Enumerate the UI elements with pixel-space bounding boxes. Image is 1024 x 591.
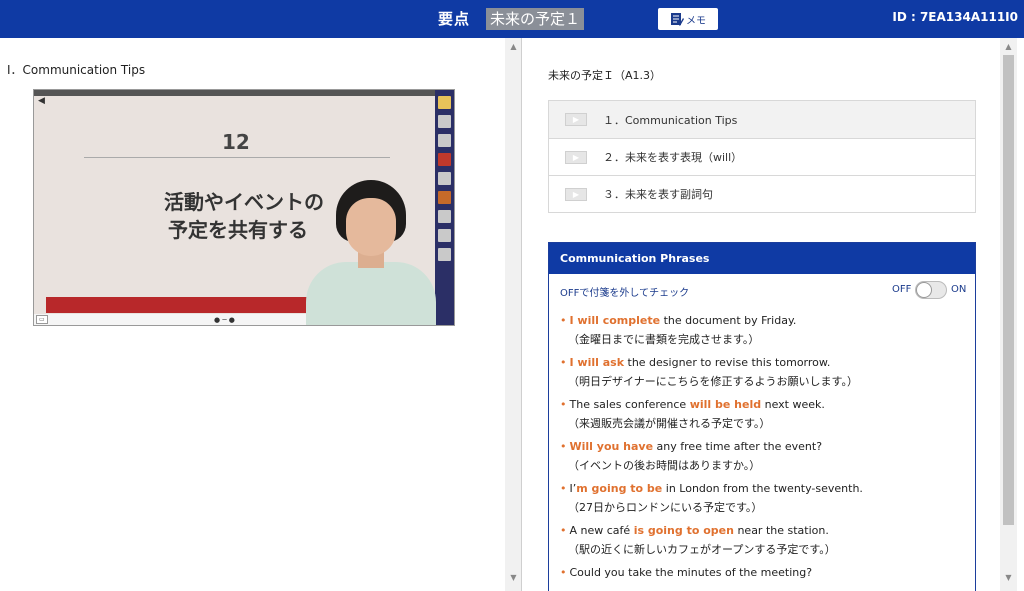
- slide-controls-icon[interactable]: ● ─ ●: [214, 316, 235, 324]
- highlight-phrase[interactable]: I will ask: [570, 356, 625, 369]
- video-player[interactable]: ◀ 12 活動やイベントの 予定を共有する ▭ ● ─ ●: [33, 89, 455, 326]
- toggle-knob: [916, 282, 932, 298]
- phrase-item: • The sales conference will be held next …: [560, 396, 975, 434]
- highlight-phrase[interactable]: will be held: [690, 398, 761, 411]
- section-heading: I．Communication Tips: [7, 63, 146, 77]
- bullet-icon: •: [560, 356, 567, 369]
- tip-label: ２．未来を表す表現（will）: [603, 151, 743, 164]
- phrase-item: • Could you take the minutes of the meeti…: [560, 564, 975, 582]
- phrase-english: • A new café is going to open near the st…: [560, 524, 829, 537]
- scroll-up-icon[interactable]: ▲: [1000, 40, 1017, 54]
- highlighter-icon[interactable]: [438, 191, 451, 204]
- tip-item[interactable]: ▶ ３．未来を表す副詞句: [549, 175, 975, 212]
- play-icon[interactable]: ▶: [565, 187, 587, 201]
- toggle-off-label: OFF: [892, 284, 912, 295]
- play-icon[interactable]: ▶: [565, 113, 587, 126]
- phrase-english: • Could you take the minutes of the meeti…: [560, 566, 813, 579]
- phrase-japanese: （金曜日までに書類を完成させます。）: [568, 333, 760, 346]
- slide-toolbar: [34, 90, 437, 96]
- toggle-on-label: ON: [951, 284, 967, 295]
- slide-text-line2: 予定を共有する: [168, 218, 308, 242]
- presenter-face: [346, 198, 396, 256]
- phrase-item: • Will you have any free time after the e…: [560, 438, 975, 476]
- phrase-item: • I will ask the designer to revise this …: [560, 354, 975, 392]
- bullet-icon: •: [560, 398, 567, 411]
- bullet-icon: •: [560, 440, 567, 453]
- marker-icon[interactable]: [438, 153, 451, 166]
- phrase-japanese: （明日デザイナーにこちらを修正するようお願いします。）: [568, 375, 858, 388]
- highlight-phrase[interactable]: Will you have: [570, 440, 654, 453]
- phrase-japanese: （駅の近くに新しいカフェがオープンする予定です。）: [568, 543, 836, 556]
- tips-list: ▶ １．Communication Tips ▶ ２．未来を表す表現（will）…: [548, 100, 976, 213]
- phrase-item: • I’m going to be in London from the twen…: [560, 480, 975, 518]
- highlight-phrase[interactable]: I will complete: [570, 314, 661, 327]
- highlight-phrase[interactable]: is going to open: [634, 524, 734, 537]
- phrase-english: • The sales conference will be held next …: [560, 398, 825, 411]
- user-id: ID : 7EA134A111I0: [892, 10, 1018, 24]
- phrase-list: • I will complete the document by Friday.…: [549, 306, 975, 582]
- phrase-item: • I will complete the document by Friday.…: [560, 312, 975, 350]
- phrase-english: • Will you have any free time after the e…: [560, 440, 823, 453]
- tip-item[interactable]: ▶ １．Communication Tips: [549, 101, 975, 138]
- pen-tool-strip: [435, 90, 454, 325]
- left-pane: I．Communication Tips ◀ 12 活動やイベントの 予定を共有…: [0, 38, 521, 591]
- folder-icon[interactable]: [438, 96, 451, 109]
- print-icon[interactable]: [438, 115, 451, 128]
- right-pane: 未来の予定Ｉ（A1.3） ▶ １．Communication Tips ▶ ２．…: [522, 38, 1000, 591]
- bullet-icon: •: [560, 524, 567, 537]
- communication-phrases-panel: Communication Phrases OFFで付箋を外してチェック OFF…: [548, 242, 976, 591]
- bullet-icon: •: [560, 482, 567, 495]
- memo-label: メモ: [686, 15, 706, 27]
- back-arrow-icon[interactable]: ◀: [38, 96, 45, 106]
- lesson-name-chip: 未来の予定１: [486, 8, 585, 30]
- scroll-up-icon[interactable]: ▲: [505, 40, 522, 54]
- tip-label: ３．未来を表す副詞句: [603, 188, 713, 201]
- phrase-item: • A new café is going to open near the st…: [560, 522, 975, 560]
- slide-number: 12: [222, 130, 250, 154]
- scroll-down-icon[interactable]: ▼: [505, 571, 522, 585]
- phrase-japanese: （イベントの後お時間はありますか。）: [568, 459, 761, 472]
- presenter-body: [306, 262, 436, 325]
- play-icon[interactable]: ▶: [565, 150, 587, 164]
- sticky-note-toggle[interactable]: [915, 281, 947, 299]
- phrase-japanese: （来週販売会議が開催される予定です。）: [568, 417, 771, 430]
- header-title: 要点: [438, 10, 471, 28]
- bullet-icon: •: [560, 314, 567, 327]
- toggle-description: OFFで付箋を外してチェック: [560, 288, 690, 299]
- memo-button[interactable]: メモ: [658, 8, 718, 30]
- top-header: 要点 未来の予定１ メモ ID : 7EA134A111I0: [0, 0, 1024, 38]
- phrases-header: Communication Phrases: [549, 243, 975, 274]
- lesson-title: 未来の予定Ｉ（A1.3）: [548, 69, 662, 82]
- eraser-icon[interactable]: [438, 210, 451, 223]
- phrase-english: • I’m going to be in London from the twen…: [560, 482, 863, 495]
- slide-text-line1: 活動やイベントの: [164, 190, 324, 214]
- menu-icon[interactable]: [438, 248, 451, 261]
- scroll-down-icon[interactable]: ▼: [1000, 571, 1017, 585]
- memo-icon: [671, 13, 684, 26]
- bullet-icon: •: [560, 566, 567, 579]
- phrase-japanese: （27日からロンドンにいる予定です。）: [568, 501, 763, 514]
- phrase-english: • I will ask the designer to revise this …: [560, 356, 831, 369]
- toggle-row: OFFで付箋を外してチェック OFF ON: [549, 274, 975, 306]
- tip-label: １．Communication Tips: [603, 113, 738, 127]
- tip-item[interactable]: ▶ ２．未来を表す表現（will）: [549, 138, 975, 175]
- pen-icon[interactable]: [438, 172, 451, 185]
- right-scrollbar[interactable]: ▲ ▼: [1000, 38, 1017, 591]
- highlight-phrase[interactable]: m going to be: [576, 482, 662, 495]
- presenter-figure: [306, 180, 436, 325]
- left-scrollbar[interactable]: ▲ ▼: [505, 38, 522, 591]
- slide-tag: ▭: [36, 315, 48, 324]
- scroll-thumb[interactable]: [1003, 55, 1014, 525]
- monitor-icon[interactable]: [438, 134, 451, 147]
- pointer-icon[interactable]: [438, 229, 451, 242]
- phrase-english: • I will complete the document by Friday.: [560, 314, 797, 327]
- slide-divider: [84, 157, 390, 158]
